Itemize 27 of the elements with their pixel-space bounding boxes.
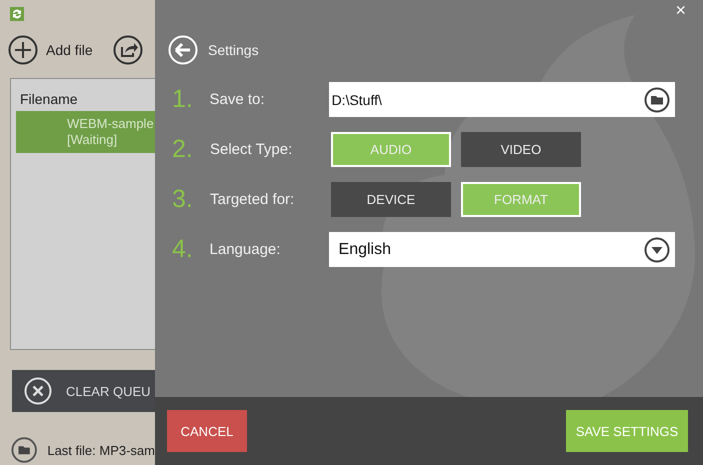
step-number: 3. [172, 185, 194, 214]
back-icon[interactable] [168, 35, 198, 65]
setting-label: Targeted for: [210, 191, 296, 208]
path-field[interactable]: D:\Stuff\ [328, 82, 675, 117]
close-icon [24, 377, 52, 405]
clear-queue-button[interactable]: CLEAR QUEU [12, 370, 155, 412]
step-number: 4. [172, 235, 194, 264]
column-header: Filename [19, 91, 79, 107]
setting-label: Language: [210, 241, 282, 258]
option-button[interactable]: DEVICE [331, 182, 451, 217]
add-icon[interactable] [8, 35, 38, 65]
setting-label: Select Type: [210, 141, 294, 158]
dropdown-icon[interactable] [644, 236, 670, 262]
toolbar-button[interactable]: Add file [46, 42, 93, 58]
step-number: 1. [172, 85, 194, 114]
last-file-text: Last file: MP3-sam [47, 442, 155, 458]
refresh-icon[interactable] [10, 7, 24, 21]
step-number: 2. [172, 135, 194, 164]
close-button[interactable]: × [672, 0, 689, 20]
language-dropdown[interactable]: English [328, 232, 675, 267]
setting-label: Save to: [210, 91, 266, 108]
folder-icon[interactable] [644, 86, 670, 112]
option-button[interactable]: VIDEO [461, 132, 581, 167]
share-icon[interactable] [112, 35, 143, 65]
cancel-button[interactable]: CANCEL [167, 410, 247, 452]
folder-icon[interactable] [11, 436, 38, 464]
settings-title: Settings [208, 42, 259, 58]
